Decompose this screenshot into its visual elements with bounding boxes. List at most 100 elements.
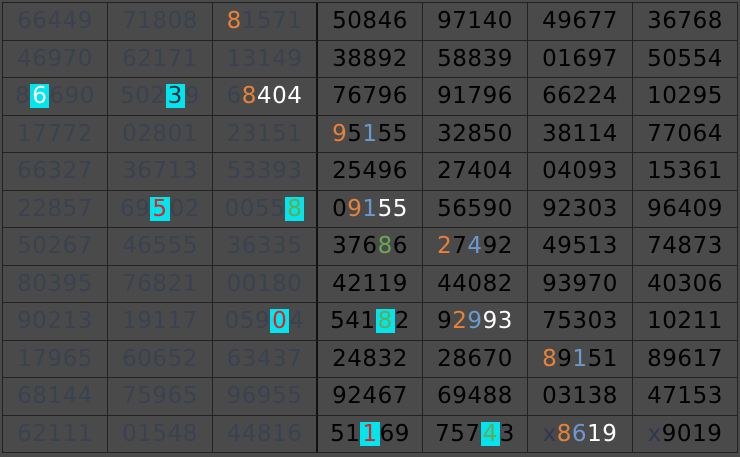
grid-cell[interactable]: 96955: [213, 378, 318, 416]
grid-cell[interactable]: 46970: [3, 40, 108, 78]
grid-cell[interactable]: 75965: [108, 378, 213, 416]
grid-cell[interactable]: 58839: [423, 40, 528, 78]
grid-cell[interactable]: 76796: [318, 78, 423, 116]
grid-cell[interactable]: 71808: [108, 3, 213, 41]
digit: 2: [587, 83, 603, 110]
grid-cell[interactable]: 05904: [213, 303, 318, 341]
grid-cell[interactable]: 51169: [318, 415, 423, 453]
grid-cell[interactable]: 10295: [633, 78, 738, 116]
grid-cell[interactable]: 10211: [633, 303, 738, 341]
digit: 3: [256, 233, 273, 260]
grid-cell[interactable]: 92303: [528, 190, 633, 228]
grid-cell[interactable]: 62171: [108, 40, 213, 78]
grid-cell[interactable]: 00558: [213, 190, 318, 228]
grid-cell[interactable]: 42119: [318, 265, 423, 303]
grid-cell[interactable]: 24832: [318, 340, 423, 378]
grid-cell[interactable]: 47153: [633, 378, 738, 416]
grid-cell[interactable]: 69502: [108, 190, 213, 228]
digit: 5: [270, 195, 286, 222]
grid-cell[interactable]: 32850: [423, 115, 528, 153]
grid-cell[interactable]: 66224: [528, 78, 633, 116]
grid-cell[interactable]: 19117: [108, 303, 213, 341]
grid-cell[interactable]: 00180: [213, 265, 318, 303]
digit: 0: [287, 270, 303, 297]
grid-cell[interactable]: 60652: [108, 340, 213, 378]
grid-cell[interactable]: 27492: [423, 228, 528, 266]
grid-cell[interactable]: 37686: [318, 228, 423, 266]
grid-cell[interactable]: 17965: [3, 340, 108, 378]
grid-cell[interactable]: 76821: [108, 265, 213, 303]
grid-cell[interactable]: 54182: [318, 303, 423, 341]
grid-cell[interactable]: 74873: [633, 228, 738, 266]
grid-cell[interactable]: 89151: [528, 340, 633, 378]
grid-cell[interactable]: 01548: [108, 415, 213, 453]
grid-cell[interactable]: 77064: [633, 115, 738, 153]
digit: 9: [226, 383, 242, 410]
grid-cell[interactable]: 17772: [3, 115, 108, 153]
grid-cell[interactable]: 93970: [528, 265, 633, 303]
grid-cell[interactable]: 15361: [633, 153, 738, 191]
digit: 3: [499, 420, 515, 447]
grid-cell[interactable]: 40306: [633, 265, 738, 303]
grid-cell[interactable]: 97140: [423, 3, 528, 41]
grid-cell[interactable]: 66327: [3, 153, 108, 191]
grid-cell[interactable]: 44082: [423, 265, 528, 303]
grid-cell[interactable]: 38892: [318, 40, 423, 78]
grid-cell[interactable]: 96409: [633, 190, 738, 228]
grid-cell[interactable]: 46555: [108, 228, 213, 266]
grid-cell[interactable]: 36768: [633, 3, 738, 41]
grid-cell[interactable]: 86690: [3, 78, 108, 116]
digit: 8: [272, 270, 288, 297]
grid-cell[interactable]: 92993: [423, 303, 528, 341]
grid-cell[interactable]: 50239: [108, 78, 213, 116]
grid-cell[interactable]: 36335: [213, 228, 318, 266]
grid-cell[interactable]: 56590: [423, 190, 528, 228]
grid-cell[interactable]: 62111: [3, 415, 108, 453]
grid-cell[interactable]: 28670: [423, 340, 528, 378]
grid-cell[interactable]: 02801: [108, 115, 213, 153]
digit: 6: [241, 233, 257, 260]
grid-cell[interactable]: 68144: [3, 378, 108, 416]
grid-cell[interactable]: 36713: [108, 153, 213, 191]
digit: 5: [254, 195, 271, 222]
grid-cell[interactable]: 75303: [528, 303, 633, 341]
grid-cell[interactable]: 01697: [528, 40, 633, 78]
grid-cell[interactable]: 92467: [318, 378, 423, 416]
grid-cell[interactable]: 04093: [528, 153, 633, 191]
grid-cell[interactable]: 50267: [3, 228, 108, 266]
digit: 7: [167, 45, 183, 72]
grid-cell[interactable]: x8619: [528, 415, 633, 453]
grid-cell[interactable]: 66449: [3, 3, 108, 41]
grid-cell[interactable]: 68404: [213, 78, 318, 116]
grid-cell[interactable]: 03138: [528, 378, 633, 416]
grid-cell[interactable]: 75743: [423, 415, 528, 453]
grid-cell[interactable]: 69488: [423, 378, 528, 416]
grid-cell[interactable]: 49677: [528, 3, 633, 41]
grid-cell[interactable]: 90213: [3, 303, 108, 341]
grid-cell[interactable]: 23151: [213, 115, 318, 153]
grid-cell[interactable]: 91796: [423, 78, 528, 116]
grid-cell[interactable]: 95155: [318, 115, 423, 153]
digit: 8: [452, 345, 468, 372]
grid-cell[interactable]: 27404: [423, 153, 528, 191]
grid-cell[interactable]: 09155: [318, 190, 423, 228]
grid-cell[interactable]: 63437: [213, 340, 318, 378]
grid-cell[interactable]: 44816: [213, 415, 318, 453]
grid-cell[interactable]: 81571: [213, 3, 318, 41]
digit: 3: [542, 120, 558, 147]
digit: 1: [152, 308, 168, 335]
grid-cell[interactable]: 49513: [528, 228, 633, 266]
grid-cell[interactable]: 38114: [528, 115, 633, 153]
grid-cell[interactable]: 50554: [633, 40, 738, 78]
grid-cell[interactable]: 50846: [318, 3, 423, 41]
grid-cell[interactable]: 80395: [3, 265, 108, 303]
grid-cell[interactable]: 13149: [213, 40, 318, 78]
digit: 2: [137, 45, 153, 72]
grid-cell[interactable]: 53393: [213, 153, 318, 191]
digit: 5: [239, 308, 255, 335]
grid-cell[interactable]: 25496: [318, 153, 423, 191]
grid-cell[interactable]: 22857: [3, 190, 108, 228]
grid-cell[interactable]: 89617: [633, 340, 738, 378]
grid-cell[interactable]: x9019: [633, 415, 738, 453]
digit: 5: [62, 195, 78, 222]
